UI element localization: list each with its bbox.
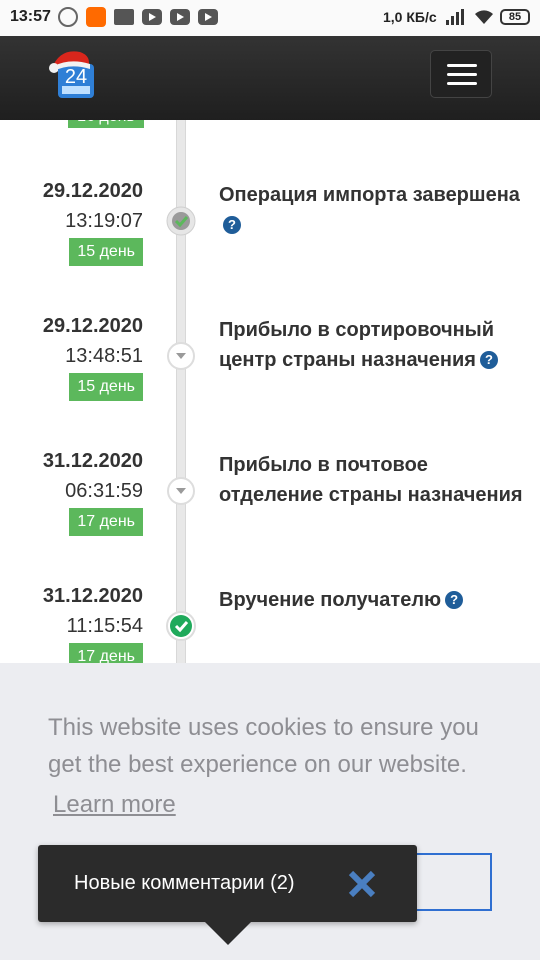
close-icon[interactable] — [345, 867, 379, 901]
timeline-event: 29.12.2020 13:19:07 15 день Операция имп… — [0, 180, 540, 300]
event-status: Прибыло в сортировочный центр страны наз… — [219, 315, 531, 375]
day-badge: 15 день — [69, 373, 143, 401]
day-badge: 15 день — [69, 238, 143, 266]
event-time: 13:19:07 — [65, 210, 143, 232]
chevron-down-icon — [167, 342, 195, 370]
event-date: 29.12.2020 — [42, 315, 143, 337]
chevron-down-icon — [167, 477, 195, 505]
youtube-icon — [198, 9, 218, 25]
day-badge: 17 день — [69, 643, 143, 663]
day-badge: 16 день — [68, 120, 144, 128]
event-date: 31.12.2020 — [42, 450, 143, 472]
event-date: 31.12.2020 — [42, 585, 143, 607]
timeline-event: 31.12.2020 11:15:54 17 день Вручение пол… — [0, 585, 540, 663]
aliexpress-icon — [86, 7, 106, 27]
event-date: 29.12.2020 — [42, 180, 143, 202]
network-speed: 1,0 КБ/с — [383, 9, 437, 25]
youtube-icon — [170, 9, 190, 25]
gmail-icon — [114, 9, 134, 25]
event-status-text: Операция импорта завершена — [219, 184, 520, 206]
check-circle-icon — [166, 206, 196, 236]
event-status-text: Прибыло в сортировочный центр страны наз… — [219, 319, 495, 371]
hamburger-icon — [447, 64, 477, 67]
help-icon[interactable]: ? — [479, 351, 498, 369]
youtube-icon — [142, 9, 162, 25]
event-status: Вручение получателю? — [219, 585, 531, 615]
event-time: 13:48:51 — [65, 345, 143, 367]
notification-icons — [58, 7, 218, 27]
cookie-message: This website uses cookies to ensure you … — [48, 714, 479, 778]
timeline-event: 31.12.2020 06:31:59 17 день Прибыло в по… — [0, 450, 540, 570]
toast-text: Новые комментарии (2) — [74, 872, 295, 894]
site-logo[interactable]: 24 — [46, 46, 102, 102]
menu-button[interactable] — [430, 50, 492, 98]
wifi-icon — [475, 10, 493, 24]
event-status: Прибыло в почтовое отделение страны назн… — [219, 454, 523, 506]
hamburger-icon-bar — [447, 73, 477, 76]
tracking-timeline: 16 день 29.12.2020 13:19:07 15 день Опер… — [0, 120, 540, 663]
battery-icon: 85 — [500, 9, 530, 25]
svg-text:24: 24 — [65, 66, 87, 88]
event-time: 11:15:54 — [66, 615, 143, 637]
new-comments-toast[interactable]: Новые комментарии (2) — [38, 845, 417, 922]
event-status-text: Вручение получателю — [219, 589, 442, 611]
viber-icon — [58, 7, 78, 27]
site-header: 24 — [0, 36, 540, 120]
day-badge: 17 день — [69, 508, 143, 536]
event-status: Операция импорта завершена? — [219, 180, 531, 240]
status-bar: 13:57 1,0 КБ/с 85 — [0, 0, 540, 36]
status-time: 13:57 — [10, 8, 51, 25]
help-icon[interactable]: ? — [223, 216, 241, 234]
learn-more-link[interactable]: Learn more — [53, 791, 176, 819]
timeline-event: 29.12.2020 13:48:51 15 день Прибыло в со… — [0, 315, 540, 435]
check-circle-icon — [166, 611, 196, 641]
hamburger-icon-bar — [447, 82, 477, 85]
toast-arrow — [204, 921, 252, 945]
event-time: 06:31:59 — [65, 480, 143, 502]
help-icon[interactable]: ? — [445, 591, 464, 609]
signal-icon — [446, 9, 464, 25]
